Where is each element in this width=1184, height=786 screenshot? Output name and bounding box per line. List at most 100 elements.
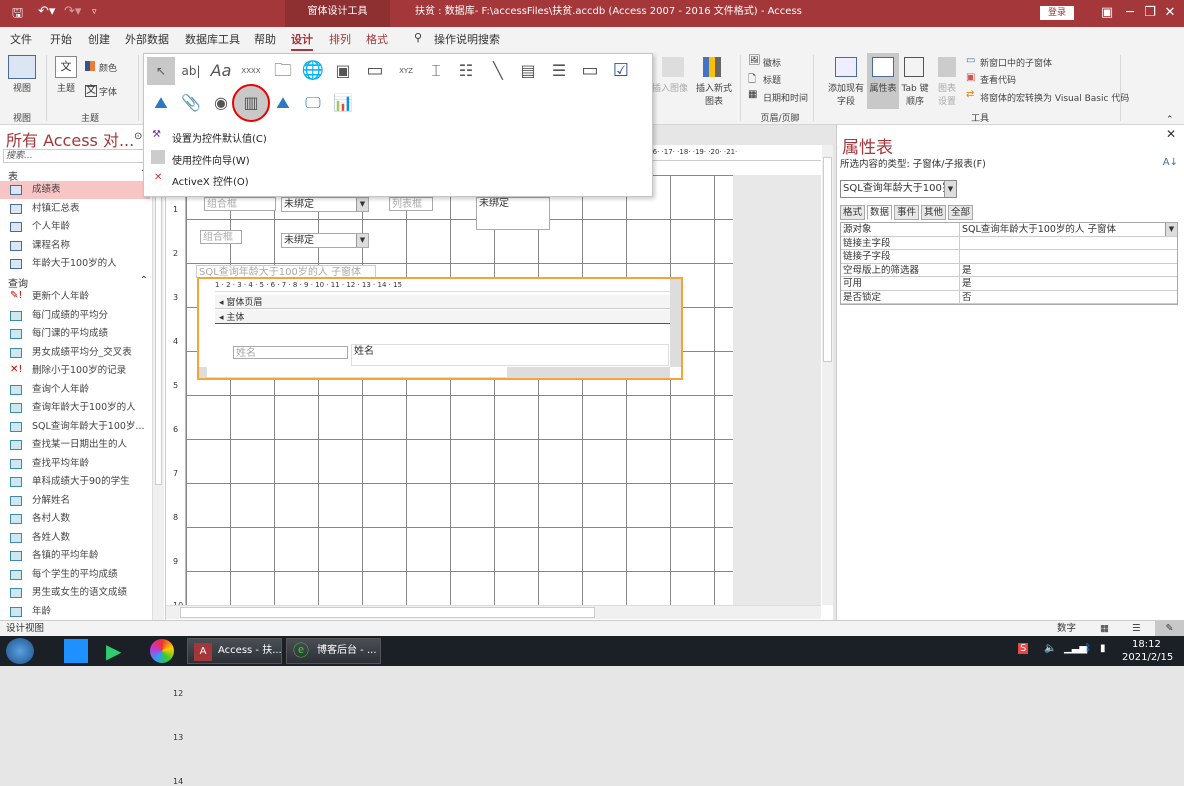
combo1-label[interactable]: 组合框	[204, 197, 276, 211]
nav-query-item[interactable]: 单科成绩大于90的学生	[0, 473, 150, 491]
nav-menu-chevron-icon[interactable]: ⊙	[134, 131, 142, 142]
nav-query-item[interactable]: ✎! 更新个人年龄	[0, 288, 150, 306]
property-tab[interactable]: 全部	[948, 205, 974, 220]
title-button[interactable]: 标题	[763, 73, 781, 86]
property-value[interactable]: 是	[960, 277, 1177, 290]
nav-scrollbar[interactable]	[152, 165, 164, 620]
view-code-button[interactable]: 查看代码	[980, 73, 1016, 86]
save-icon[interactable]: 🖫	[12, 4, 23, 26]
checkbox-icon[interactable]: ☑	[607, 57, 635, 85]
tab-home[interactable]: 开始	[50, 31, 72, 47]
sort-icon[interactable]: A↓	[1163, 157, 1178, 168]
task-access[interactable]: A Access - 扶...	[187, 638, 282, 664]
line-icon[interactable]: ╲	[484, 57, 512, 85]
detail-grid[interactable]	[186, 175, 733, 605]
subform-detail-section[interactable]: ◂ 主体	[215, 310, 670, 324]
chart-icon[interactable]: 📊	[329, 89, 357, 117]
option-group-icon[interactable]: XYZ	[392, 57, 420, 85]
name-field[interactable]: 姓名	[351, 344, 669, 366]
close-icon[interactable]: ✕	[1166, 127, 1176, 141]
dropdown-icon[interactable]: ▼	[1165, 223, 1177, 236]
tab-design[interactable]: 设计	[291, 31, 313, 51]
bluetooth-icon[interactable]: ᛒ	[1085, 643, 1091, 654]
listbox-label[interactable]: 列表框	[389, 197, 433, 211]
redo-icon[interactable]: ↷▾	[64, 4, 81, 19]
video-player-icon[interactable]: ▶	[106, 639, 121, 663]
nav-query-item[interactable]: 查找平均年龄	[0, 455, 150, 473]
nav-search-input[interactable]: 搜索...	[3, 149, 153, 163]
design-view-icon[interactable]: ✎	[1155, 621, 1184, 636]
collapse-ribbon-icon[interactable]: ⌃	[1166, 115, 1174, 125]
subform-control[interactable]: 1 · 2 · 3 · 4 · 5 · 6 · 7 · 8 · 9 · 10 ·…	[197, 277, 683, 380]
object-selector[interactable]: SQL查询年龄大于100岁 ▼	[840, 180, 957, 198]
ime-icon[interactable]: S	[1018, 643, 1029, 654]
design-horizontal-scrollbar[interactable]	[166, 605, 821, 619]
nav-query-item[interactable]: SQL查询年龄大于100岁...	[0, 418, 150, 436]
nav-query-item[interactable]: 分解姓名	[0, 492, 150, 510]
list-box-icon[interactable]: ☰	[545, 57, 573, 85]
task-browser[interactable]: ⓔ 博客后台 - ...	[286, 638, 381, 664]
combo-box-icon[interactable]: ☷	[452, 57, 480, 85]
nav-query-item[interactable]: 男女成绩平均分_交叉表	[0, 344, 150, 362]
tab-help[interactable]: 帮助	[254, 31, 276, 47]
property-tab[interactable]: 数据	[867, 205, 893, 220]
nav-query-item[interactable]: 男生或女生的语文成绩	[0, 584, 150, 602]
unbound-object-frame-icon[interactable]: 🖵	[299, 89, 327, 117]
label-icon[interactable]: Aa	[207, 57, 235, 85]
page-break-icon[interactable]: ⌶	[422, 57, 450, 85]
undo-icon[interactable]: ↶▾	[38, 4, 55, 19]
nav-query-item[interactable]: 每门课的平均成绩	[0, 325, 150, 343]
menu-use-control-wizards[interactable]: 使用控件向导(W)	[172, 152, 250, 167]
insert-chart-button[interactable]: 插入新式图表	[694, 81, 734, 107]
nav-query-item[interactable]: 各镇的平均年龄	[0, 547, 150, 565]
form-view-icon[interactable]: ▦	[1100, 621, 1109, 636]
dropdown-icon[interactable]: ▼	[356, 234, 368, 247]
fonts-button[interactable]: 字体	[99, 85, 117, 98]
nav-query-item[interactable]: 每门成绩的平均分	[0, 307, 150, 325]
nav-table-item[interactable]: 成绩表	[0, 181, 150, 199]
insert-image-button[interactable]: 插入图像	[652, 81, 688, 94]
tab-control-icon[interactable]: 🗀	[269, 57, 297, 85]
textbox-icon[interactable]: ab|	[177, 57, 205, 85]
property-row[interactable]: 链接子字段	[841, 250, 1177, 264]
logo-button[interactable]: 徽标	[763, 56, 781, 69]
tab-external-data[interactable]: 外部数据	[125, 31, 169, 47]
property-row[interactable]: 可用是	[841, 277, 1177, 291]
property-sheet-button[interactable]: 属性表	[867, 53, 899, 109]
property-row[interactable]: 链接主字段	[841, 236, 1177, 250]
collapse-icon[interactable]: ⌃	[140, 275, 148, 286]
select-pointer-icon[interactable]: ↖	[147, 57, 175, 85]
network-icon[interactable]: ▁▃▅	[1064, 643, 1087, 654]
customize-qat-icon[interactable]: ▿	[92, 7, 97, 17]
rectangle-icon[interactable]: ▭	[576, 57, 604, 85]
nav-query-item[interactable]: 各村人数	[0, 510, 150, 528]
dropdown-icon[interactable]: ▼	[356, 198, 368, 211]
subform-control-icon[interactable]: ▥	[232, 84, 270, 122]
property-row[interactable]: 空母版上的筛选器是	[841, 263, 1177, 277]
theme-button[interactable]: 主题	[52, 81, 80, 94]
nav-query-item[interactable]: 查询年龄大于100岁的人	[0, 399, 150, 417]
photo-app-icon[interactable]	[150, 639, 174, 663]
tab-format[interactable]: 格式	[366, 31, 388, 47]
clock-time[interactable]: 18:12	[1132, 639, 1161, 650]
nav-table-item[interactable]: 年龄大于100岁的人	[0, 255, 150, 273]
property-value[interactable]: 是	[960, 264, 1177, 277]
close-button[interactable]: ✕	[1150, 0, 1184, 27]
navigation-control-icon[interactable]: ▭	[361, 57, 389, 85]
nav-table-item[interactable]: 村镇汇总表	[0, 200, 150, 218]
property-value[interactable]: 否	[960, 291, 1177, 304]
property-value[interactable]: SQL查询年龄大于100岁的人 子窗体 ▼	[960, 223, 1177, 236]
combo1-control[interactable]: 未绑定 ▼	[281, 197, 369, 212]
tab-file[interactable]: 文件	[10, 31, 32, 47]
nav-query-item[interactable]: 年龄	[0, 603, 150, 621]
combo2-control[interactable]: 未绑定 ▼	[281, 233, 369, 248]
web-browser-icon[interactable]: ▣	[329, 57, 357, 85]
nav-query-item[interactable]: ✕! 删除小于100岁的记录	[0, 362, 150, 380]
nav-table-item[interactable]: 个人年龄	[0, 218, 150, 236]
battery-icon[interactable]: ▮	[1100, 643, 1106, 654]
dropdown-icon[interactable]: ▼	[944, 181, 956, 197]
subform-new-window-button[interactable]: 新窗口中的子窗体	[980, 56, 1052, 69]
datetime-button[interactable]: 日期和时间	[763, 91, 808, 104]
clock-date[interactable]: 2021/2/15	[1122, 652, 1173, 663]
tell-me-search[interactable]: 操作说明搜索	[434, 31, 500, 47]
